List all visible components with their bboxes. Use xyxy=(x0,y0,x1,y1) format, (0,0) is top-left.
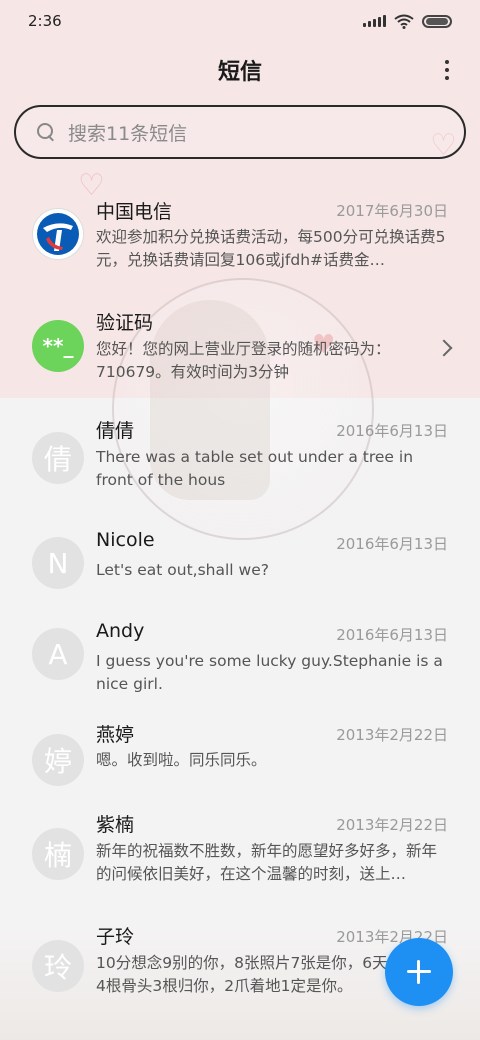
avatar: A xyxy=(32,628,84,680)
avatar: 玲 xyxy=(32,940,84,992)
battery-icon xyxy=(422,14,452,28)
signal-icon xyxy=(363,15,386,27)
contact-name: 中国电信 xyxy=(96,201,173,223)
conversation-item[interactable]: N Nicole 2016年6月13日 Let's eat out,shall … xyxy=(0,518,480,608)
avatar: 倩 xyxy=(32,432,84,484)
message-preview: There was a table set out under a tree i… xyxy=(96,448,414,489)
message-date: 2016年6月13日 xyxy=(336,422,448,440)
wifi-icon xyxy=(394,14,414,29)
message-preview: 欢迎参加积分兑换话费活动，每500分可兑换话费5元，兑换话费请回复106或jfd… xyxy=(96,228,446,269)
app-header: 短信 xyxy=(0,50,480,90)
page-title: 短信 xyxy=(217,60,262,85)
avatar: **_ xyxy=(32,320,84,372)
more-vertical-icon[interactable] xyxy=(440,56,454,84)
conversation-list: 中国电信 2017年6月30日 欢迎参加积分兑换话费活动，每500分可兑换话费5… xyxy=(0,180,480,1032)
message-preview: 您好！您的网上营业厅登录的随机密码为：710679。有效时间为3分钟 xyxy=(96,340,391,381)
telecom-logo-icon xyxy=(32,208,84,260)
message-preview: Let's eat out,shall we? xyxy=(96,561,269,579)
conversation-item[interactable]: 中国电信 2017年6月30日 欢迎参加积分兑换话费活动，每500分可兑换话费5… xyxy=(0,180,480,294)
conversation-item[interactable]: 婷 燕婷 2013年2月22日 嗯。收到啦。同乐同乐。 xyxy=(0,720,480,810)
status-bar: 2:36 xyxy=(0,0,480,42)
conversation-item[interactable]: A Andy 2016年6月13日 I guess you're some lu… xyxy=(0,608,480,720)
search-input[interactable]: 搜索11条短信 xyxy=(14,105,466,159)
search-icon xyxy=(36,122,56,142)
avatar: 楠 xyxy=(32,828,84,880)
conversation-item[interactable]: 楠 紫楠 2013年2月22日 新年的祝福数不胜数，新年的愿望好多好多，新年的问… xyxy=(0,810,480,922)
message-preview: 嗯。收到啦。同乐同乐。 xyxy=(96,751,267,769)
conversation-item[interactable]: 倩 倩倩 2016年6月13日 There was a table set ou… xyxy=(0,404,480,518)
contact-name: Nicole xyxy=(96,529,155,551)
avatar: 婷 xyxy=(32,734,84,786)
avatar: N xyxy=(32,537,84,589)
message-preview: 新年的祝福数不胜数，新年的愿望好多好多，新年的问候依旧美好，在这个温馨的时刻，送… xyxy=(96,842,438,883)
status-icons xyxy=(363,14,452,29)
search-placeholder: 搜索11条短信 xyxy=(68,122,188,145)
conversation-item[interactable]: **_ 验证码 您好！您的网上营业厅登录的随机密码为：710679。有效时间为3… xyxy=(0,294,480,404)
contact-name: 紫楠 xyxy=(96,814,135,836)
status-time: 2:36 xyxy=(28,12,62,30)
message-date: 2016年6月13日 xyxy=(336,535,448,553)
message-date: 2017年6月30日 xyxy=(336,202,448,220)
contact-name: 倩倩 xyxy=(96,420,135,442)
contact-name: 验证码 xyxy=(96,312,154,334)
contact-name: Andy xyxy=(96,620,145,642)
plus-icon[interactable] xyxy=(385,938,453,1006)
contact-name: 燕婷 xyxy=(96,724,135,746)
message-preview: I guess you're some lucky guy.Stephanie … xyxy=(96,652,443,693)
message-date: 2013年2月22日 xyxy=(336,726,448,744)
contact-name: 子玲 xyxy=(96,926,135,948)
message-date: 2013年2月22日 xyxy=(336,816,448,834)
message-date: 2016年6月13日 xyxy=(336,626,448,644)
